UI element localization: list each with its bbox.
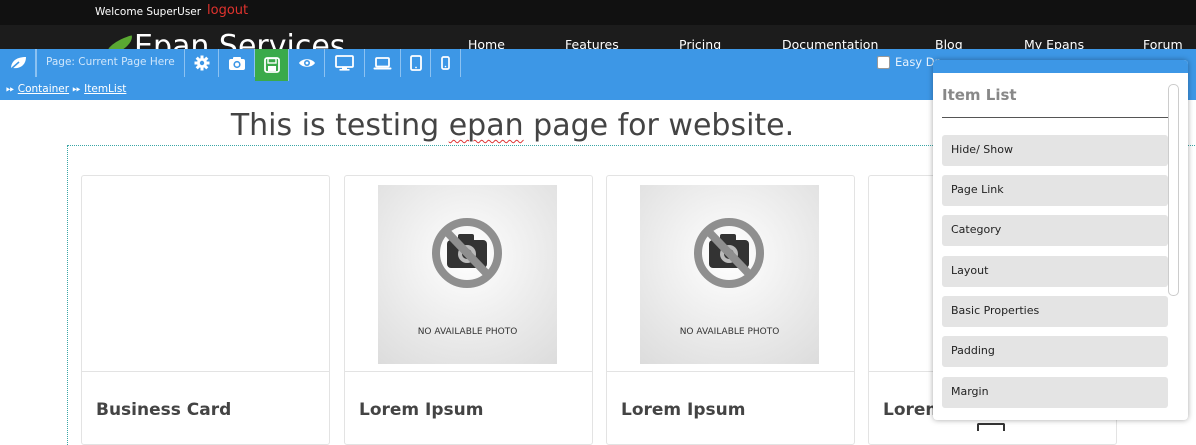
desktop-icon [335, 55, 354, 71]
gear-icon [194, 55, 209, 71]
no-photo-camera-icon [432, 218, 502, 288]
save-button[interactable] [255, 49, 289, 81]
item-card[interactable]: Business Card [81, 175, 330, 445]
welcome-text: Welcome SuperUser [95, 6, 202, 18]
desktop-view-button[interactable] [325, 49, 365, 77]
no-photo-placeholder: NO AVAILABLE PHOTO [378, 185, 557, 364]
tablet-view-button[interactable] [401, 49, 431, 77]
screenshot-button[interactable] [219, 49, 255, 77]
no-photo-placeholder: NO AVAILABLE PHOTO [640, 185, 819, 364]
panel-divider [942, 117, 1168, 118]
card-title[interactable]: Lorem Ipsum [621, 400, 746, 420]
page-title-part2: page for website. [523, 108, 795, 143]
save-icon [263, 57, 280, 73]
panel-header-bar[interactable] [933, 60, 1188, 73]
item-card[interactable]: NO AVAILABLE PHOTO Lorem Ipsum [606, 175, 855, 445]
panel-item-page-link[interactable]: Page Link [942, 175, 1168, 206]
leaf-menu-button[interactable] [0, 49, 36, 77]
laptop-icon [373, 56, 392, 69]
easy-drop-toggle[interactable]: Easy Dr [877, 55, 939, 69]
breadcrumb-itemlist[interactable]: ItemList [84, 83, 126, 95]
mobile-view-button[interactable] [431, 49, 461, 77]
logout-link[interactable]: logout [207, 3, 248, 18]
panel-scrollbar[interactable] [1168, 84, 1179, 296]
panel-item-padding[interactable]: Padding [942, 336, 1168, 367]
no-photo-text: NO AVAILABLE PHOTO [679, 327, 780, 337]
settings-button[interactable] [185, 49, 219, 77]
page-name-cell[interactable] [36, 49, 185, 77]
easy-drop-checkbox[interactable] [877, 55, 890, 69]
preview-button[interactable] [289, 49, 325, 77]
no-photo-text: NO AVAILABLE PHOTO [417, 327, 518, 337]
card-title[interactable]: Lorem Ipsum [359, 400, 484, 420]
page-title[interactable]: This is testing epan page for website. [0, 108, 1025, 143]
card-divider [607, 371, 854, 372]
double-chevron-icon: ⏩︎ [6, 83, 15, 95]
mobile-icon [441, 56, 450, 70]
card-title[interactable]: Business Card [96, 400, 231, 420]
item-card[interactable]: NO AVAILABLE PHOTO Lorem Ipsum [344, 175, 593, 445]
card-divider [82, 371, 329, 372]
monitor-icon [977, 423, 1005, 431]
brand-logo-text[interactable]: Epan Services [134, 30, 345, 51]
no-photo-camera-icon [694, 218, 764, 288]
laptop-view-button[interactable] [365, 49, 401, 77]
card-divider [345, 371, 592, 372]
site-navigation: Epan Services Home Features Pricing Docu… [0, 25, 1196, 50]
tablet-icon [409, 55, 422, 71]
eye-icon [298, 59, 315, 67]
leaf-icon [10, 57, 26, 70]
breadcrumb-container[interactable]: Container [18, 83, 69, 95]
panel-title: Item List [942, 86, 1017, 104]
camera-icon [228, 56, 245, 70]
panel-item-margin[interactable]: Margin [942, 377, 1168, 408]
double-chevron-icon: ⏩︎ [72, 83, 81, 95]
panel-item-basic-properties[interactable]: Basic Properties [942, 296, 1168, 327]
panel-item-hide-show[interactable]: Hide/ Show [942, 135, 1168, 166]
admin-top-bar: Welcome SuperUser logout [0, 0, 1196, 25]
page-title-part1: This is testing [230, 108, 449, 143]
item-list-panel[interactable]: Item List Hide/ Show Page Link Category … [933, 60, 1188, 420]
page-title-misspelled-word: epan [448, 108, 524, 143]
panel-item-layout[interactable]: Layout [942, 256, 1168, 287]
panel-item-category[interactable]: Category [942, 215, 1168, 246]
brand-leaf-icon [102, 35, 136, 50]
